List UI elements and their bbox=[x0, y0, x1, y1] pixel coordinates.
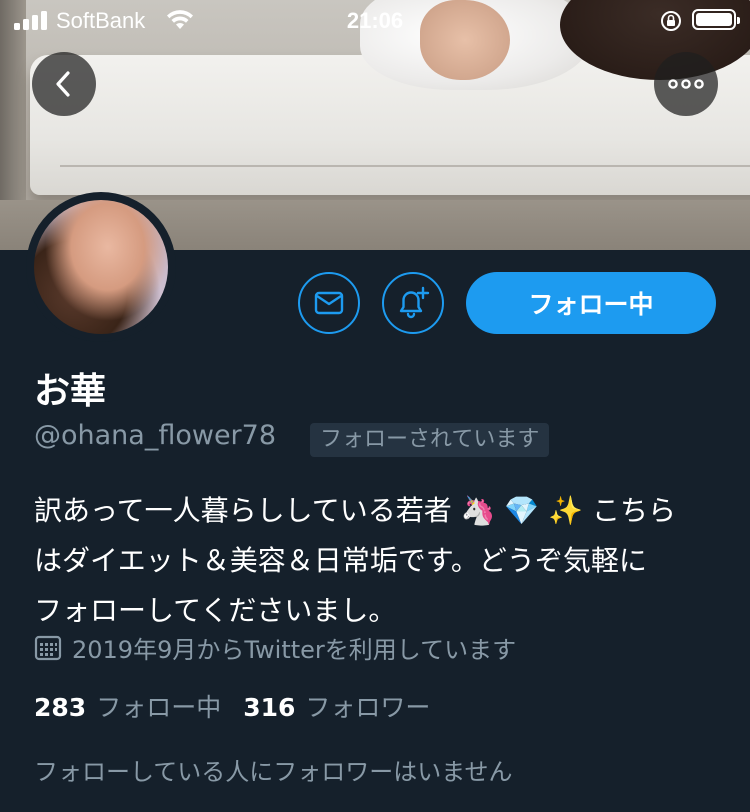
calendar-icon bbox=[34, 635, 62, 660]
follows-you-badge: フォローされています bbox=[310, 423, 550, 457]
avatar[interactable] bbox=[34, 200, 168, 334]
followers-label[interactable]: フォロワー bbox=[305, 688, 430, 724]
following-label[interactable]: フォロー中 bbox=[96, 688, 221, 724]
known-followers-text: フォローしている人にフォロワーはいません bbox=[34, 758, 513, 786]
followers-count[interactable]: 316 bbox=[243, 693, 295, 722]
following-count[interactable]: 283 bbox=[34, 693, 86, 722]
join-date: 2019年9月からTwitterを利用しています bbox=[34, 630, 516, 665]
battery-icon bbox=[692, 9, 740, 30]
notifications-button[interactable] bbox=[382, 272, 444, 334]
banner-mattress-seam bbox=[60, 165, 750, 167]
mail-icon bbox=[314, 291, 344, 315]
user-handle: @ohana_flower78 bbox=[34, 420, 277, 451]
clock: 21:06 bbox=[346, 8, 404, 33]
profile-bio: 訳あって一人暮らししている若者 🦄 💎 ✨ こちら はダイエット＆美容＆日常垢で… bbox=[34, 494, 676, 627]
display-name: お華 bbox=[34, 371, 107, 412]
follow-counts: 283 フォロー中 316 フォロワー bbox=[34, 688, 452, 724]
bell-plus-icon bbox=[399, 286, 430, 319]
join-date-text: 2019年9月からTwitterを利用しています bbox=[72, 636, 517, 664]
back-button[interactable] bbox=[32, 52, 96, 116]
more-options-button[interactable] bbox=[654, 52, 718, 116]
status-bar: SoftBank 21:06 bbox=[0, 0, 750, 40]
more-icon bbox=[668, 79, 704, 89]
direct-message-button[interactable] bbox=[298, 272, 360, 334]
following-button[interactable]: フォロー中 bbox=[466, 272, 716, 334]
back-icon bbox=[56, 71, 70, 97]
rotation-lock-icon bbox=[661, 11, 681, 31]
